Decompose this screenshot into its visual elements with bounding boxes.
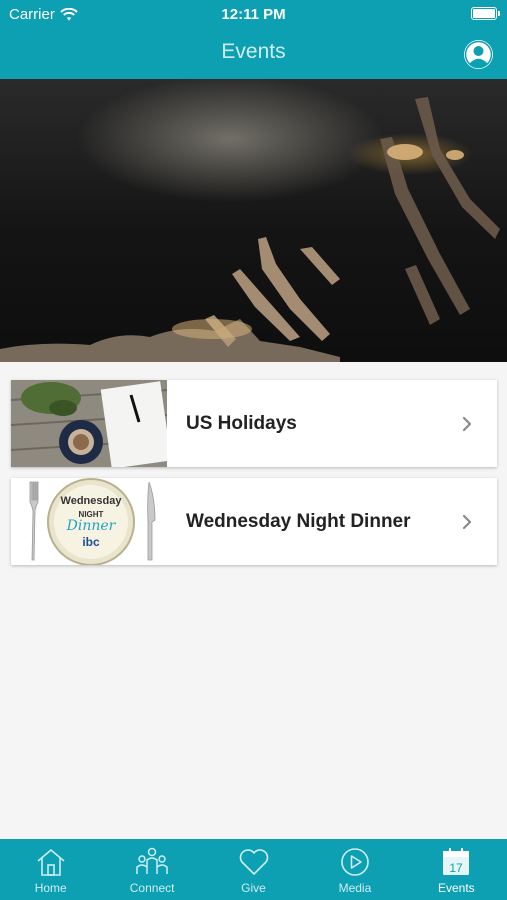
hero-image xyxy=(0,79,507,362)
clock: 12:11 PM xyxy=(221,6,286,23)
event-title: Wednesday Night Dinner xyxy=(186,510,411,532)
profile-button[interactable] xyxy=(464,40,493,69)
play-circle-icon xyxy=(341,848,369,876)
tab-connect[interactable]: Connect xyxy=(101,839,202,900)
top-bar: Carrier 12:11 PM Events xyxy=(0,0,507,79)
tab-give[interactable]: Give xyxy=(203,839,304,900)
concert-hands-illustration xyxy=(0,97,500,362)
page-title: Events xyxy=(221,40,286,63)
event-list: US Holidays Wednesday NIGHT Dinner ibc W… xyxy=(11,380,497,576)
tab-home[interactable]: Home xyxy=(0,839,101,900)
event-thumbnail: Wednesday NIGHT Dinner ibc xyxy=(11,478,167,565)
tab-media[interactable]: Media xyxy=(304,839,405,900)
chevron-right-icon xyxy=(462,514,472,530)
chevron-right-icon xyxy=(462,416,472,432)
tab-label: Media xyxy=(338,881,372,895)
person-circle-icon xyxy=(464,40,493,69)
list-item[interactable]: Wednesday NIGHT Dinner ibc Wednesday Nig… xyxy=(11,478,497,565)
logo-word-wednesday: Wednesday xyxy=(61,495,123,507)
event-title: US Holidays xyxy=(186,412,297,434)
list-item[interactable]: US Holidays xyxy=(11,380,497,467)
calendar-icon: 17 xyxy=(443,848,470,875)
calendar-day: 17 xyxy=(450,861,464,875)
status-bar: Carrier 12:11 PM xyxy=(0,0,507,28)
tab-label: Events xyxy=(437,881,475,895)
house-icon xyxy=(37,848,65,876)
tab-bar: Home Connect Give Media 17 Events xyxy=(0,839,507,900)
tab-label: Give xyxy=(241,881,266,895)
heart-icon xyxy=(239,849,268,875)
ibc-logo: ibc xyxy=(82,535,100,549)
battery-icon xyxy=(471,7,500,20)
tab-label: Home xyxy=(34,881,67,895)
event-thumbnail xyxy=(11,380,167,467)
coffee-notebook-photo xyxy=(11,380,167,467)
people-icon xyxy=(136,847,168,874)
tab-label: Connect xyxy=(129,881,175,895)
plate-fork-knife-logo: Wednesday NIGHT Dinner ibc xyxy=(11,478,167,565)
tab-events[interactable]: 17 Events xyxy=(406,839,507,900)
logo-word-dinner: Dinner xyxy=(66,518,117,534)
